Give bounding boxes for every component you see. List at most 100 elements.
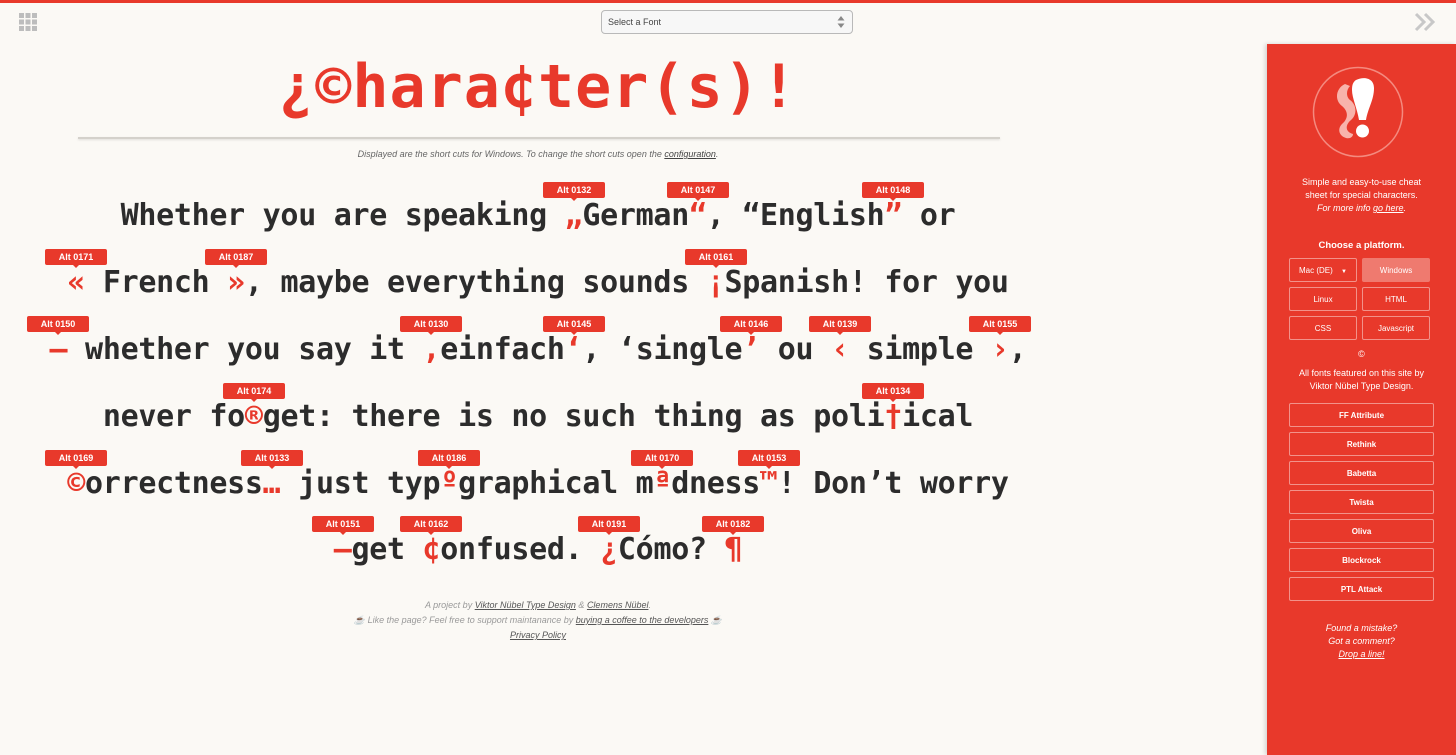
- font-babetta-button[interactable]: Babetta: [1289, 461, 1434, 485]
- specimen-text: Whether you are speaking: [120, 198, 565, 233]
- special-character: ®: [244, 399, 263, 434]
- title-part-hara: hara: [352, 52, 501, 122]
- special-character: ”: [884, 198, 903, 233]
- found-mistake-text: Found a mistake?: [1325, 623, 1398, 633]
- specimen-text: simple: [848, 332, 991, 367]
- shortcut-badge: Alt 0148: [862, 182, 924, 201]
- special-character: „: [564, 198, 583, 233]
- footer-credits-end: .: [648, 600, 651, 610]
- shortcut-badge: Alt 0130: [400, 316, 462, 335]
- page-title: ¿©hara¢ter(s)!: [0, 52, 1076, 122]
- specimen-text: graphical m: [458, 466, 654, 501]
- special-character: ›: [990, 332, 1009, 367]
- shortcut-badge: Alt 0182: [702, 516, 764, 535]
- shortcut-badge: Alt 0155: [969, 316, 1031, 335]
- special-character: ¢: [422, 532, 441, 567]
- special-character: “: [688, 198, 707, 233]
- drop-a-line-link[interactable]: Drop a line!: [1338, 649, 1384, 659]
- platform-mac-label: Mac (DE): [1299, 266, 1333, 275]
- clemens-nuebel-link[interactable]: Clemens Nübel: [587, 600, 649, 610]
- fonts-note: All fonts featured on this site by Vikto…: [1267, 367, 1456, 393]
- platform-html-button[interactable]: HTML: [1362, 287, 1430, 311]
- special-character: ¡: [706, 265, 725, 300]
- specimen-line: ©orrectness… just typºgraphical mªdness™…: [0, 466, 1076, 501]
- specimen-text: whether you say it: [67, 332, 423, 367]
- specimen-text: orrectness: [85, 466, 263, 501]
- specimen-text: get: [351, 532, 423, 567]
- shortcut-badge: Alt 0151: [312, 516, 374, 535]
- fonts-note-line-2: Viktor Nübel Type Design.: [1309, 381, 1414, 391]
- font-select-placeholder: Select a Font: [608, 17, 662, 27]
- font-twista-button[interactable]: Twista: [1289, 490, 1434, 514]
- specimen-text: , maybe everything sounds: [244, 265, 707, 300]
- platform-windows-button[interactable]: Windows: [1362, 258, 1430, 282]
- footer: A project by Viktor Nübel Type Design & …: [0, 598, 1076, 643]
- special-character: º: [440, 466, 459, 501]
- shortcut-badge: Alt 0171: [45, 249, 107, 268]
- specimen-line: never fo®get: there is no such thing as …: [0, 399, 1076, 434]
- special-character: «: [67, 265, 86, 300]
- buy-coffee-link[interactable]: buying a coffee to the developers: [576, 615, 709, 625]
- shortcut-badge: Alt 0132: [543, 182, 605, 201]
- shortcut-badge: Alt 0153: [738, 450, 800, 469]
- special-character: ‚: [422, 332, 441, 367]
- shortcut-badge: Alt 0191: [578, 516, 640, 535]
- special-character: »: [227, 265, 245, 300]
- configuration-link[interactable]: configuration: [664, 149, 716, 159]
- shortcut-badge: Alt 0186: [418, 450, 480, 469]
- shortcut-badge: Alt 0187: [205, 249, 267, 268]
- special-character: ©: [67, 466, 86, 501]
- special-character: ™: [760, 466, 778, 501]
- font-ff-attribute-button[interactable]: FF Attribute: [1289, 403, 1434, 427]
- specimen-text: or: [902, 198, 956, 233]
- shortcut-badge: Alt 0161: [685, 249, 747, 268]
- specimen-text: get: there is no such thing as poli: [262, 399, 885, 434]
- tagline-line-2: sheet for special characters.: [1305, 190, 1418, 200]
- exclamation-logo-icon: [1312, 66, 1404, 158]
- specimen-text: Spanish! for you: [724, 265, 1009, 300]
- footer-amp: &: [575, 600, 587, 610]
- specimen-text: French: [85, 265, 228, 300]
- specimen-line: —get ¢onfused. ¿Cómo? ¶: [0, 532, 1076, 567]
- platform-css-button[interactable]: CSS: [1289, 316, 1357, 340]
- shortcut-badge: Alt 0146: [720, 316, 782, 335]
- grid-menu-icon[interactable]: [19, 13, 37, 31]
- specimen-text: ,: [1008, 332, 1027, 367]
- font-ptl-attack-button[interactable]: PTL Attack: [1289, 577, 1434, 601]
- specimen-text: just typ: [280, 466, 441, 501]
- more-info-end: .: [1403, 203, 1407, 213]
- font-rethink-button[interactable]: Rethink: [1289, 432, 1434, 456]
- choose-platform-heading: Choose a platform.: [1318, 240, 1405, 251]
- font-select[interactable]: Select a Font: [601, 10, 853, 34]
- shortcut-badge: Alt 0170: [631, 450, 693, 469]
- title-part-cent: ¢: [500, 52, 538, 122]
- shortcut-badge: Alt 0162: [400, 516, 462, 535]
- platform-mac-de-button[interactable]: Mac (DE) ▼: [1289, 258, 1357, 282]
- shortcut-badge: Alt 0145: [543, 316, 605, 335]
- footer-credits: A project by Viktor Nübel Type Design & …: [0, 598, 1076, 613]
- shortcut-badge: Alt 0139: [809, 316, 871, 335]
- font-blockrock-button[interactable]: Blockrock: [1289, 548, 1434, 572]
- more-info-link[interactable]: go here: [1373, 203, 1404, 213]
- tagline-line-1: Simple and easy-to-use cheat: [1301, 177, 1422, 187]
- footer-credits-prefix: A project by: [425, 600, 475, 610]
- viktor-nuebel-link[interactable]: Viktor Nübel Type Design: [475, 600, 576, 610]
- specimen-text: onfused.: [440, 532, 601, 567]
- privacy-policy-link[interactable]: Privacy Policy: [510, 630, 566, 640]
- shortcut-info-end: .: [715, 149, 719, 159]
- more-info-prefix: For more info: [1316, 203, 1373, 213]
- shortcut-info: Displayed are the short cuts for Windows…: [0, 149, 1076, 159]
- top-accent-bar: [0, 0, 1456, 3]
- special-character: —: [333, 532, 352, 567]
- platform-javascript-button[interactable]: Javascript: [1362, 316, 1430, 340]
- specimen-text: , “English: [706, 198, 885, 233]
- font-oliva-button[interactable]: Oliva: [1289, 519, 1434, 543]
- title-part-ters: ter(s)!: [538, 52, 798, 122]
- platform-linux-button[interactable]: Linux: [1289, 287, 1357, 311]
- footer-support-end: ☕: [708, 615, 723, 625]
- shortcut-badge: Alt 0174: [223, 383, 285, 402]
- feedback-block: Found a mistake? Got a comment? Drop a l…: [1267, 622, 1456, 661]
- chevron-double-right-icon[interactable]: [1414, 12, 1436, 32]
- specimen-text: Cómo?: [617, 532, 725, 567]
- special-character: ª: [653, 466, 672, 501]
